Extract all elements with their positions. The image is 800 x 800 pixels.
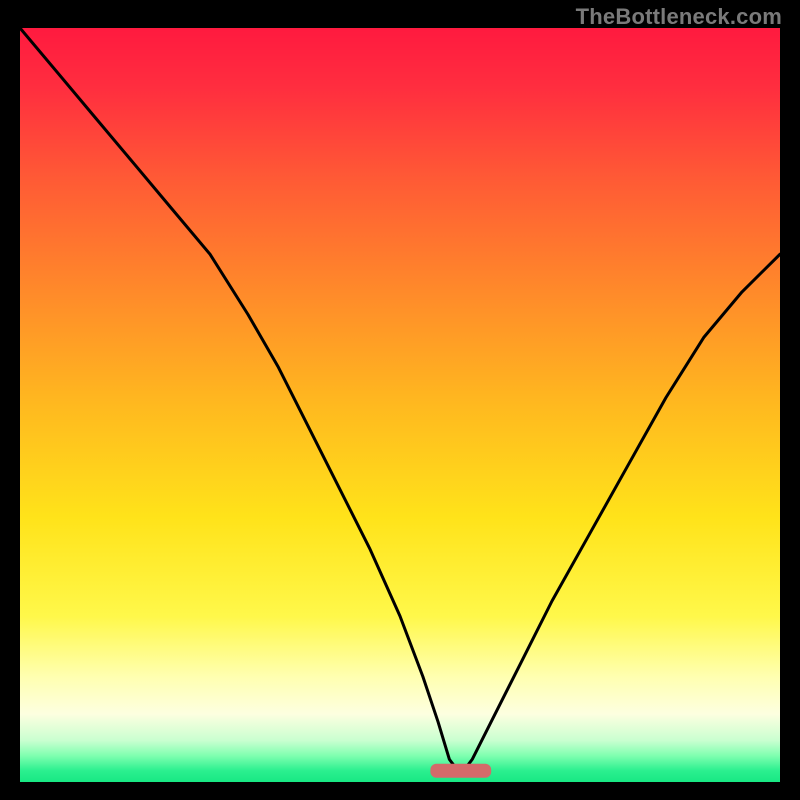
chart-plot xyxy=(20,28,780,782)
watermark-text: TheBottleneck.com xyxy=(576,4,782,30)
optimum-marker xyxy=(430,764,491,778)
gradient-background xyxy=(20,28,780,782)
chart-frame: TheBottleneck.com xyxy=(0,0,800,800)
